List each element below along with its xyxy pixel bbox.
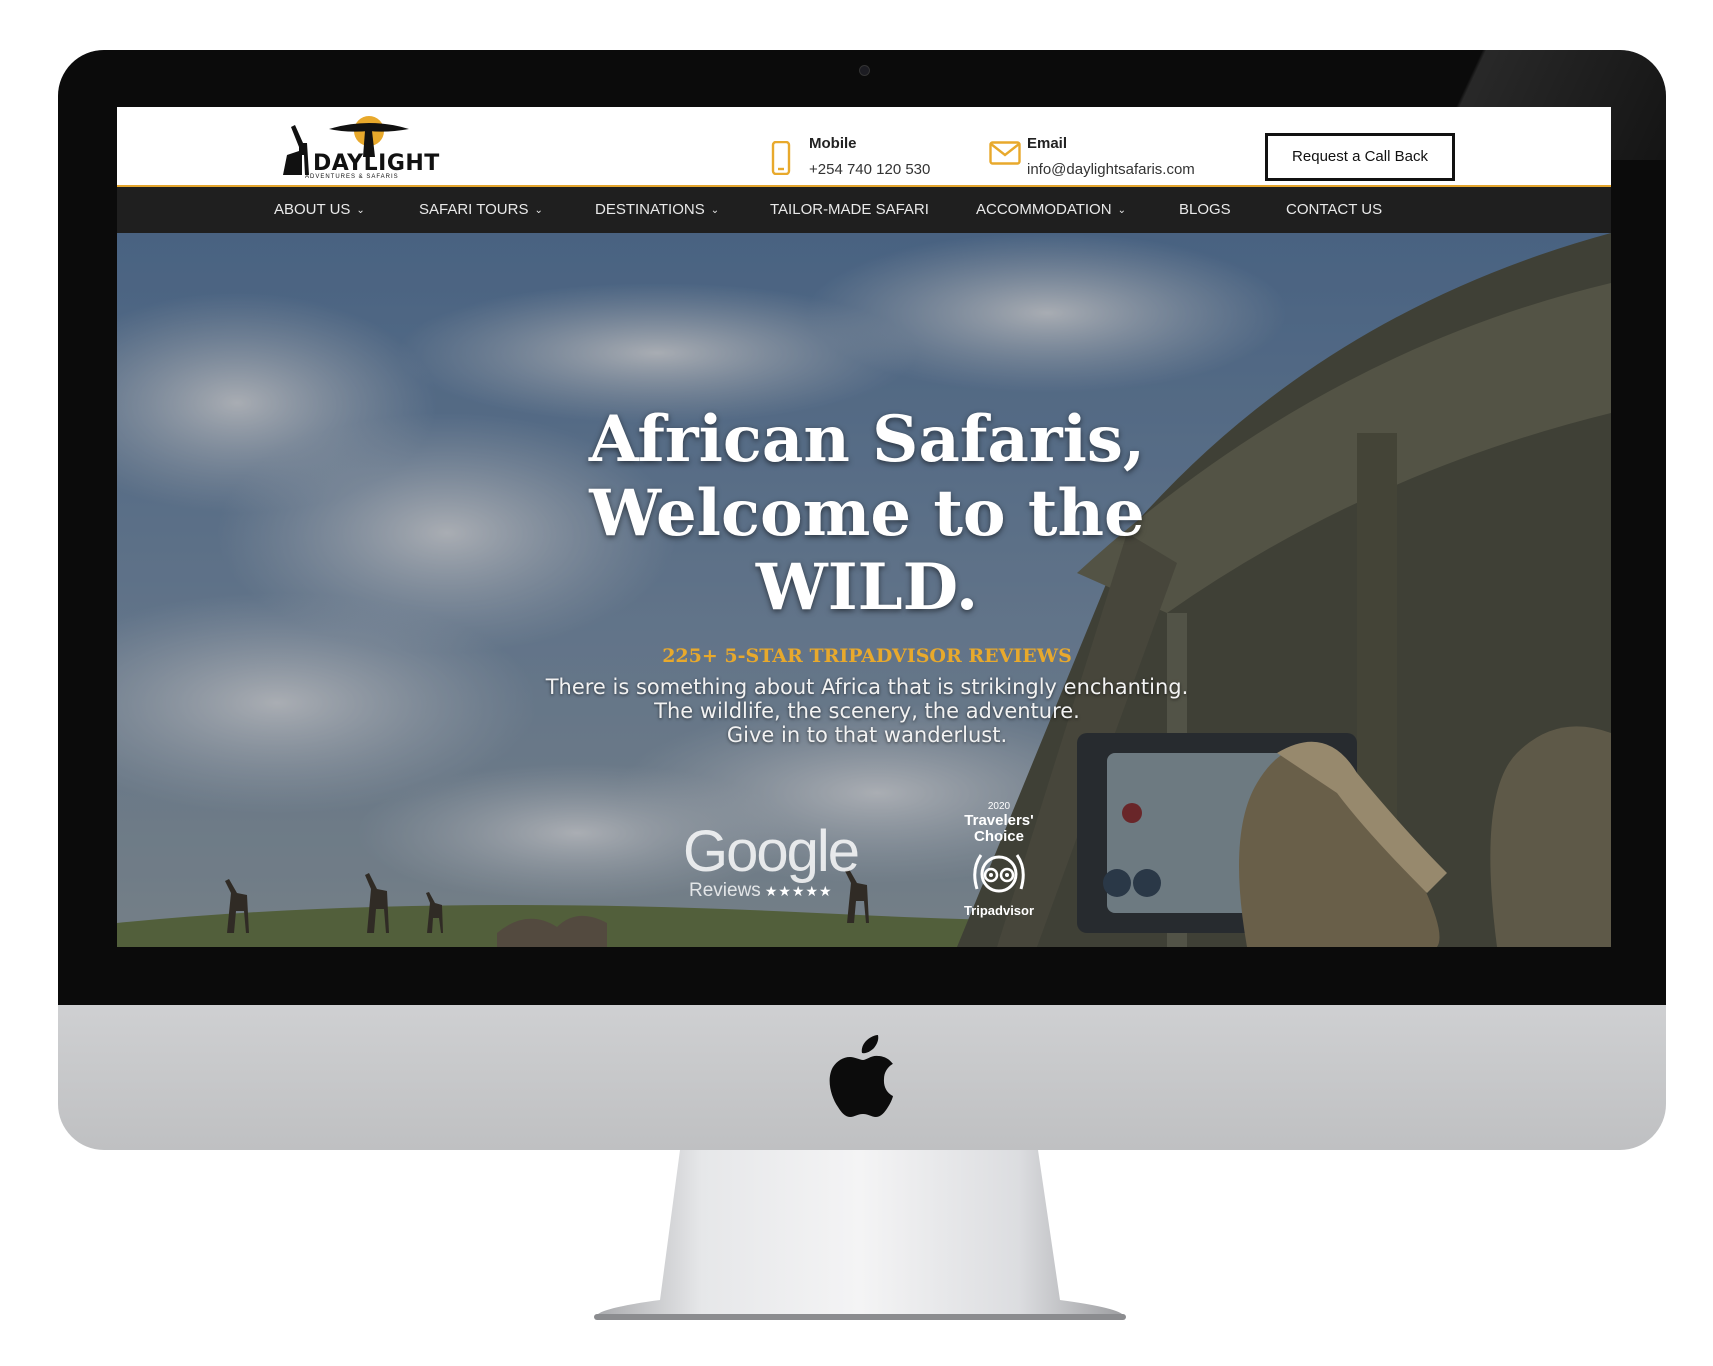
email-label: Email <box>1027 135 1068 152</box>
tripadvisor-owl-icon <box>973 854 1025 893</box>
camera-icon <box>859 65 870 76</box>
nav-destinations[interactable]: DESTINATIONS ⌄ <box>595 187 719 233</box>
nav-tailor-made-safari[interactable]: TAILOR-MADE SAFARI <box>770 187 929 233</box>
nav-label: DESTINATIONS <box>595 201 705 218</box>
site-header: DAYLIGHT ADVENTURES & SAFARIS Mobile +25… <box>117 107 1611 187</box>
nav-label: SAFARI TOURS <box>419 201 529 218</box>
chevron-down-icon: ⌄ <box>1117 205 1126 216</box>
mobile-number[interactable]: +254 740 120 530 <box>809 161 930 178</box>
nav-label: TAILOR-MADE SAFARI <box>770 201 929 218</box>
ta-travelers-choice: Travelers' Choice <box>949 813 1049 845</box>
google-reviews-badge[interactable]: Google Reviews ★★★★★ <box>683 818 863 904</box>
request-callback-button[interactable]: Request a Call Back <box>1265 133 1455 181</box>
imac-stand <box>594 1150 1126 1320</box>
nav-safari-tours[interactable]: SAFARI TOURS ⌄ <box>419 187 543 233</box>
apple-logo-icon <box>829 1035 893 1117</box>
star-rating-icon: ★★★★★ <box>764 883 833 899</box>
hero-text-line1: There is something about Africa that is … <box>545 675 1189 699</box>
hero-banner: African Safaris, Welcome to the WILD. 22… <box>117 233 1611 947</box>
nav-about-us[interactable]: ABOUT US ⌄ <box>274 187 365 233</box>
logo-subtext: ADVENTURES & SAFARIS <box>305 174 399 180</box>
chevron-down-icon: ⌄ <box>356 205 365 216</box>
nav-accommodation[interactable]: ACCOMMODATION ⌄ <box>976 187 1126 233</box>
hero-title-line3: WILD. <box>755 550 979 625</box>
nav-label: ABOUT US <box>274 201 351 218</box>
ta-name: Tripadvisor <box>963 903 1035 918</box>
google-wordmark: Google <box>683 819 860 884</box>
hero-title-line2: Welcome to the <box>589 476 1145 551</box>
chevron-down-icon: ⌄ <box>710 205 720 216</box>
hero-text-line2: The wildlife, the scenery, the adventure… <box>654 699 1080 723</box>
website-screen: DAYLIGHT ADVENTURES & SAFARIS Mobile +25… <box>117 107 1611 947</box>
ta-line1: Travelers' <box>964 812 1034 829</box>
nav-label: CONTACT US <box>1286 201 1383 218</box>
mobile-phone-icon <box>771 141 791 175</box>
google-reviews-text: Reviews <box>689 880 761 901</box>
chevron-down-icon: ⌄ <box>534 205 543 216</box>
email-address[interactable]: info@daylightsafaris.com <box>1027 161 1195 178</box>
logo-text: DAYLIGHT <box>313 151 440 176</box>
nav-contact-us[interactable]: CONTACT US <box>1286 187 1382 233</box>
nav-label: BLOGS <box>1179 201 1231 218</box>
hero-text-line3: Give in to that wanderlust. <box>726 723 1008 747</box>
envelope-icon <box>989 141 1021 165</box>
nav-blogs[interactable]: BLOGS <box>1179 187 1231 233</box>
hero-title: African Safaris, Welcome to the WILD. <box>537 403 1197 625</box>
nav-label: ACCOMMODATION <box>976 201 1112 218</box>
tripadvisor-reviews-tagline[interactable]: 225+ 5-STAR TRIPADVISOR REVIEWS <box>537 645 1197 667</box>
google-reviews-label: Reviews ★★★★★ <box>689 880 833 902</box>
hero-description: There is something about Africa that is … <box>497 675 1237 747</box>
site-logo[interactable]: DAYLIGHT ADVENTURES & SAFARIS <box>277 113 439 181</box>
hero-title-line1: African Safaris, <box>588 402 1146 477</box>
mobile-label: Mobile <box>809 135 857 152</box>
ta-year: 2020 <box>987 801 1011 812</box>
main-navigation: ABOUT US ⌄ SAFARI TOURS ⌄ DESTINATIONS ⌄ TA… <box>117 187 1611 233</box>
tripadvisor-travelers-choice-badge[interactable]: 2020 Travelers' Choice Tripadvisor <box>949 801 1049 919</box>
ta-line2: Choice <box>973 828 1024 845</box>
